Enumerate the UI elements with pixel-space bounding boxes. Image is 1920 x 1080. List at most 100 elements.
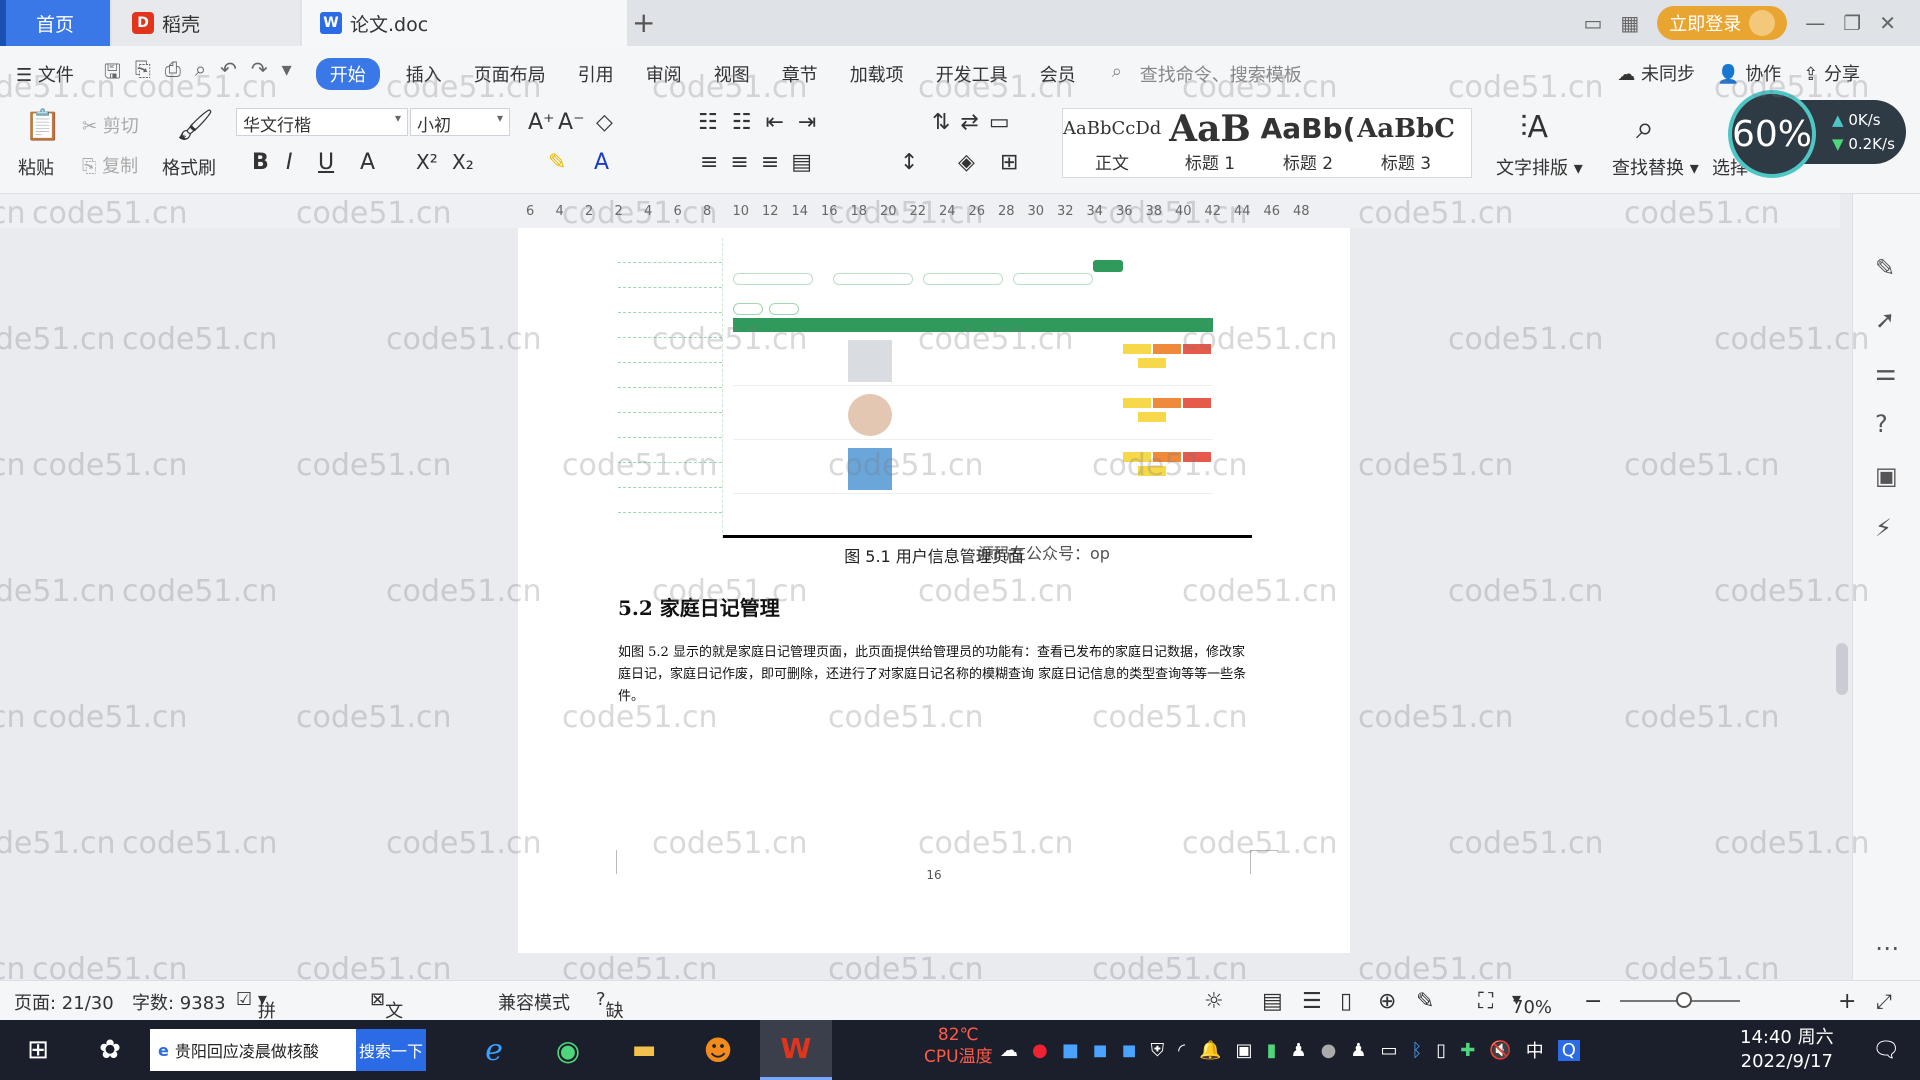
menu-home[interactable]: 开始 <box>315 58 380 90</box>
tray-app-icon[interactable]: ✚ <box>1460 1040 1475 1061</box>
wps-taskbar-icon[interactable]: W <box>760 1020 832 1080</box>
tray-app-icon[interactable]: Q <box>1557 1039 1580 1061</box>
share-button[interactable]: ⇪ 分享 <box>1803 60 1860 86</box>
weather-icon[interactable]: ☁ <box>1000 1040 1018 1061</box>
word-count[interactable]: 字数: 9383 <box>132 989 226 1015</box>
preview-icon[interactable]: ⌕ <box>195 57 206 91</box>
file-explorer-icon[interactable]: ▬ <box>616 1020 672 1080</box>
text-layout-button[interactable]: 文字排版 ▾ <box>1496 154 1583 180</box>
more-chevron-icon[interactable]: ▾ <box>282 57 292 91</box>
menu-developer[interactable]: 开发工具 <box>920 61 1024 87</box>
list-buttons[interactable]: ☷☷⇤⇥ <box>698 110 830 135</box>
shield-icon[interactable]: ⛨ <box>1151 1040 1165 1061</box>
tray-app-icon[interactable]: ■ <box>1062 1040 1079 1061</box>
zoom-level[interactable]: 70% ▾ <box>1512 989 1552 1018</box>
layout-icon[interactable]: ▭ <box>1583 11 1602 35</box>
tray-app-icon[interactable]: ▣ <box>1236 1040 1253 1061</box>
taskbar-search-input[interactable]: e 贵阳回应凌晨做核酸 <box>150 1029 356 1071</box>
underline-button[interactable]: U <box>318 150 334 175</box>
network-monitor[interactable]: ▲ 0K/s ▼ 0.2K/s 60% <box>1728 90 1908 180</box>
style-normal[interactable]: AaBbCcDd 正文 <box>1063 109 1161 177</box>
sync-button[interactable]: ☁ 未同步 <box>1617 60 1695 86</box>
fullscreen-icon[interactable]: ⤢ <box>1876 989 1892 1013</box>
volume-muted-icon[interactable]: 🔇 <box>1489 1040 1511 1061</box>
vertical-scrollbar[interactable] <box>1832 228 1852 976</box>
bell-icon[interactable]: 🔔 <box>1199 1040 1221 1061</box>
windows-start-icon[interactable]: ⊞ <box>14 1020 62 1080</box>
outline-view-icon[interactable]: ☰ <box>1302 989 1322 1014</box>
menu-member[interactable]: 会员 <box>1024 61 1092 87</box>
save-icon[interactable]: 🖫 <box>104 57 121 91</box>
highlight-icon[interactable]: ✎ <box>548 150 566 175</box>
menu-file[interactable]: ☰ 文件 <box>0 61 90 87</box>
tray-app-icon[interactable]: ● <box>1032 1040 1048 1061</box>
cut-button[interactable]: ✂ 剪切 <box>82 112 139 138</box>
qq-icon[interactable]: ♟ <box>1290 1040 1306 1061</box>
apps-grid-icon[interactable]: ▦ <box>1620 11 1639 35</box>
style-heading1[interactable]: AaB 标题 1 <box>1161 109 1259 177</box>
page-view-icon[interactable]: ▤ <box>1262 989 1283 1014</box>
find-replace-button[interactable]: 查找替换 ▾ <box>1612 154 1699 180</box>
menu-insert[interactable]: 插入 <box>390 61 458 87</box>
ie-browser-icon[interactable]: ℯ <box>466 1020 522 1080</box>
clear-format-icon[interactable]: ◇ <box>596 110 613 135</box>
zoom-slider-knob[interactable] <box>1676 992 1692 1008</box>
help-icon[interactable]: ? <box>1875 410 1888 438</box>
page-indicator[interactable]: 页面: 21/30 <box>14 989 114 1015</box>
copy-button[interactable]: ⎘ 复制 <box>82 152 138 178</box>
adjust-icon[interactable]: ⚌ <box>1875 358 1897 386</box>
more-icon[interactable]: ⋯ <box>1875 934 1899 962</box>
line-spacing-icon[interactable]: ↕ <box>900 150 918 175</box>
horizontal-ruler[interactable]: 6 4 2 2 4 6 8 10 12 14 16 18 20 22 24 26 28 30 32 34 36 38 40 4… <box>0 194 1840 228</box>
web-view-icon[interactable]: ⊕ <box>1378 989 1396 1014</box>
menu-references[interactable]: 引用 <box>562 61 630 87</box>
menu-addins[interactable]: 加载项 <box>834 61 920 87</box>
menu-view[interactable]: 视图 <box>698 61 766 87</box>
compat-mode[interactable]: 兼容模式 <box>498 989 570 1015</box>
format-painter-button[interactable]: 格式刷 <box>162 154 216 180</box>
tray-app-icon[interactable]: ● <box>1321 1040 1337 1061</box>
menu-review[interactable]: 审阅 <box>630 61 698 87</box>
export-icon[interactable]: ⎘ <box>135 57 151 91</box>
zoom-out-button[interactable]: − <box>1584 989 1602 1014</box>
grow-font-button[interactable]: A⁺ <box>528 110 555 135</box>
app-launcher-icon[interactable]: ✿ <box>86 1020 134 1080</box>
battery-icon[interactable]: ▭ <box>1380 1040 1397 1061</box>
border-icon[interactable]: ⊞ <box>1000 150 1018 175</box>
lightning-icon[interactable]: ⚡ <box>1875 514 1892 542</box>
menu-chapter[interactable]: 章节 <box>766 61 834 87</box>
font-family-select[interactable]: 华文行楷 ▾ <box>236 108 408 136</box>
tab-document[interactable]: W 论文.doc <box>302 0 627 46</box>
menu-page-layout[interactable]: 页面布局 <box>458 61 562 87</box>
tab-home[interactable]: 首页 <box>0 0 110 46</box>
reading-view-icon[interactable]: ▯ <box>1340 989 1352 1014</box>
pen-icon[interactable]: ✎ <box>1875 254 1895 282</box>
tray-app-icon[interactable]: ▮ <box>1267 1040 1277 1061</box>
tray-app-icon[interactable]: ◼ <box>1122 1040 1137 1061</box>
align-buttons[interactable]: ≡≡≡▤ <box>700 150 824 175</box>
zoom-in-button[interactable]: + <box>1838 989 1856 1014</box>
bold-button[interactable]: B <box>252 150 269 175</box>
close-icon[interactable]: ✕ <box>1879 11 1896 35</box>
font-color-button[interactable]: A <box>594 150 609 175</box>
italic-button[interactable]: I <box>286 150 293 175</box>
system-clock[interactable]: 14:40 周六 2022/9/17 <box>1740 1026 1834 1074</box>
style-heading3[interactable]: AaBbC 标题 3 <box>1357 109 1455 177</box>
app-monster-icon[interactable]: ☻ <box>690 1020 746 1080</box>
strikethrough-button[interactable]: A <box>360 150 375 175</box>
eye-protect-icon[interactable]: ☼ <box>1204 989 1224 1014</box>
undo-icon[interactable]: ↶ <box>220 57 237 91</box>
subscript-button[interactable]: X₂ <box>452 150 474 174</box>
cursor-icon[interactable]: ➚ <box>1875 306 1895 334</box>
paste-button[interactable]: 粘贴 <box>18 154 54 180</box>
font-size-select[interactable]: 小初 ▾ <box>410 108 510 136</box>
ime-indicator[interactable]: 中 <box>1526 1037 1544 1063</box>
collab-button[interactable]: 👤 协作 <box>1717 60 1781 86</box>
write-view-icon[interactable]: ✎ <box>1416 989 1434 1014</box>
shading-icon[interactable]: ◈ <box>958 150 975 175</box>
tab-daoke[interactable]: D 稻壳 <box>112 0 300 46</box>
notification-icon[interactable]: 🗨 <box>1866 1020 1906 1080</box>
command-search[interactable]: ⌕ 查找命令、搜索模板 <box>1112 61 1302 87</box>
image-tool-icon[interactable]: ▣ <box>1875 462 1898 490</box>
browser-360-icon[interactable]: ◉ <box>540 1020 596 1080</box>
